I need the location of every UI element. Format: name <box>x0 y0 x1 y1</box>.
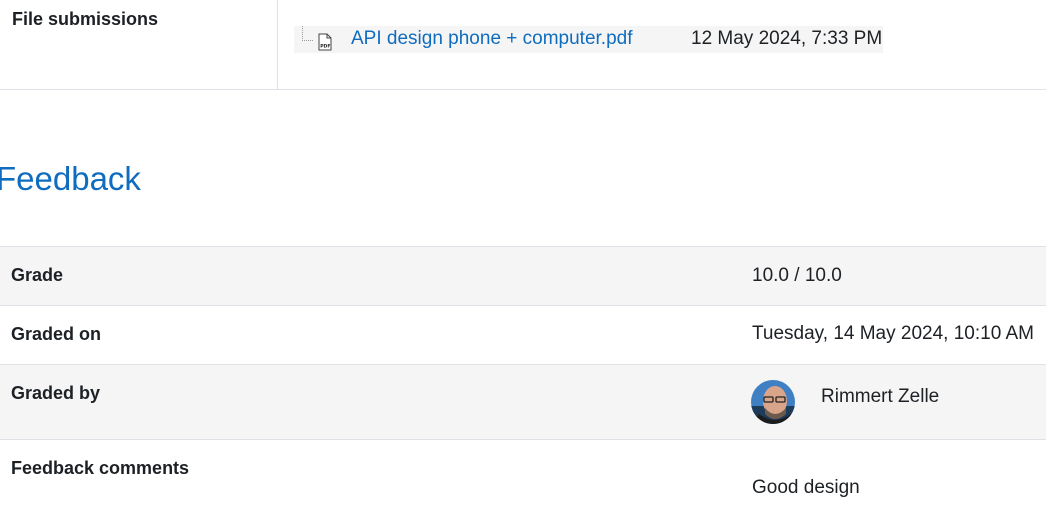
feedback-table: Grade 10.0 / 10.0 Graded on Tuesday, 14 … <box>0 246 1046 516</box>
file-date: 12 May 2024, 7:33 PM <box>691 28 883 49</box>
file-submissions-row: File submissions PDF API design phone + … <box>0 0 1046 90</box>
graded-on-row: Graded on Tuesday, 14 May 2024, 10:10 AM <box>0 305 1046 364</box>
avatar[interactable] <box>751 380 795 424</box>
grade-value: 10.0 / 10.0 <box>752 265 842 286</box>
grade-row: Grade 10.0 / 10.0 <box>0 246 1046 305</box>
pdf-file-icon: PDF <box>318 33 332 51</box>
file-entry: PDF API design phone + computer.pdf 12 M… <box>294 26 883 53</box>
graded-by-label: Graded by <box>11 383 101 403</box>
column-divider <box>277 0 278 89</box>
graded-on-value: Tuesday, 14 May 2024, 10:10 AM <box>752 323 1035 344</box>
file-link[interactable]: API design phone + computer.pdf <box>351 28 633 50</box>
graded-on-label: Graded on <box>11 324 102 344</box>
file-submissions-label: File submissions <box>12 9 159 29</box>
feedback-comments-label: Feedback comments <box>11 458 190 478</box>
feedback-comments-value: Good design <box>752 477 860 498</box>
graded-by-row: Graded by Rimmert Zelle <box>0 364 1046 439</box>
grade-label: Grade <box>11 265 64 285</box>
feedback-comments-row: Feedback comments Good design <box>0 439 1046 516</box>
grader-name[interactable]: Rimmert Zelle <box>821 386 939 408</box>
svg-text:PDF: PDF <box>320 44 330 50</box>
tree-connector <box>302 26 313 41</box>
feedback-heading: Feedback <box>0 160 141 197</box>
